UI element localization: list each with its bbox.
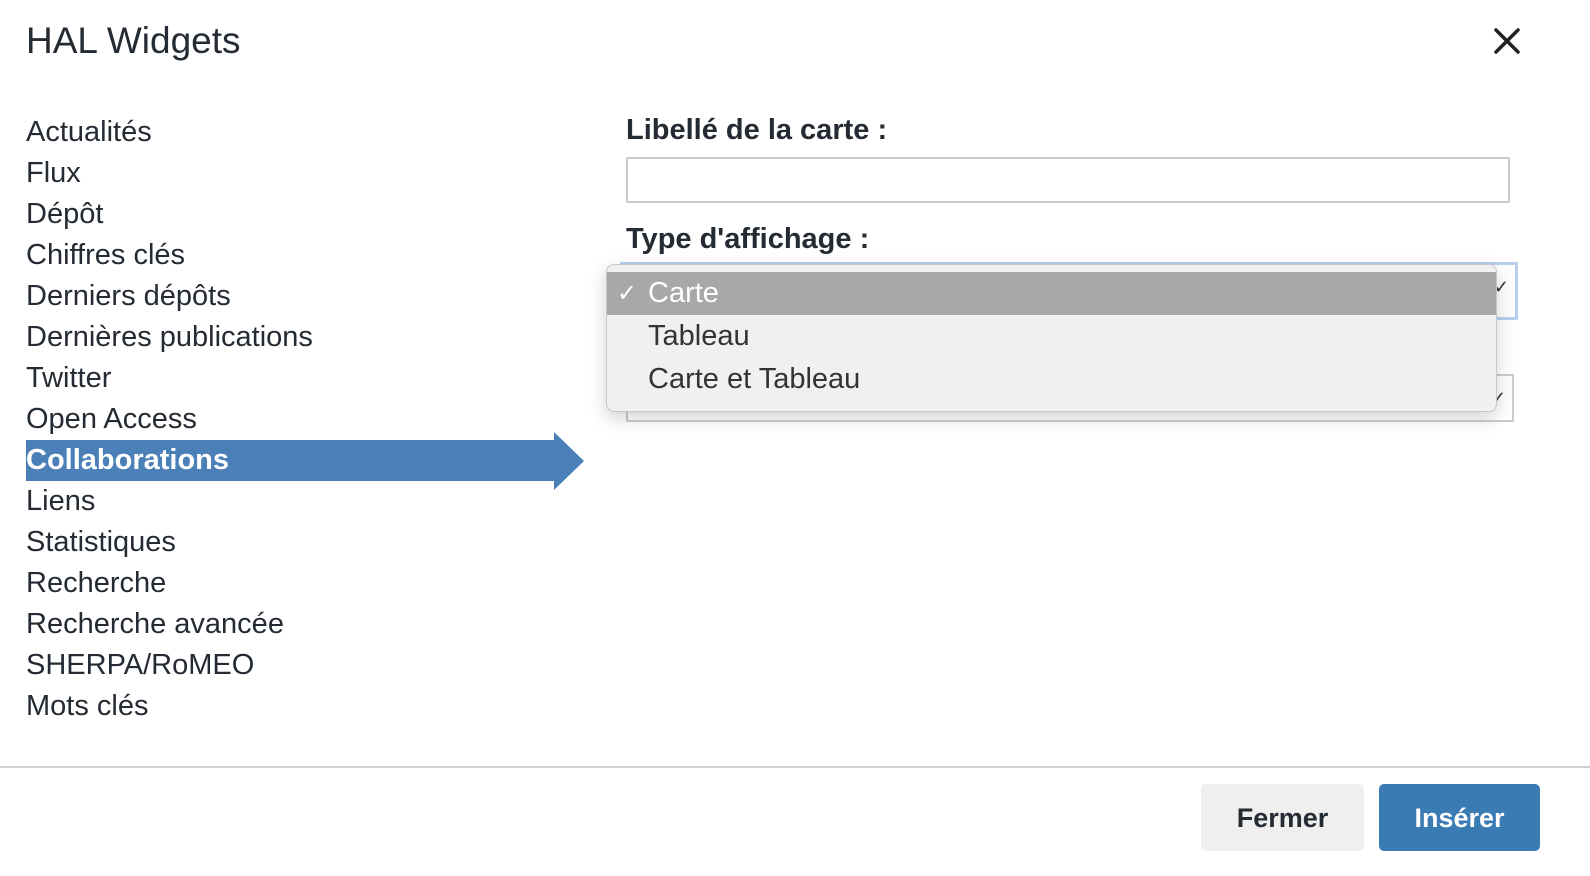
check-icon: ✓ [617, 280, 638, 307]
sidebar-item[interactable]: Collaborations [26, 432, 584, 490]
sidebar-item-label: Dépôt [26, 198, 104, 230]
selection-arrow-icon [554, 432, 584, 490]
close-icon[interactable] [1490, 24, 1524, 58]
sidebar-item[interactable]: Liens [26, 481, 313, 522]
sidebar-item-label: Collaborations [26, 444, 230, 476]
sidebar-item[interactable]: Dernières publications [26, 317, 313, 358]
sidebar-item-label: Dernières publications [26, 321, 313, 353]
sidebar-item[interactable]: SHERPA/RoMEO [26, 645, 313, 686]
option-carte-et-tableau[interactable]: Carte et Tableau [607, 358, 1496, 401]
sidebar-item-label: Statistiques [26, 526, 176, 558]
display-type-heading: Type d'affichage : [626, 223, 870, 255]
sidebar-item-label: Liens [26, 485, 96, 517]
close-button[interactable]: Fermer [1201, 784, 1364, 851]
sidebar-item[interactable]: Derniers dépôts [26, 276, 313, 317]
sidebar-item[interactable]: Chiffres clés [26, 235, 313, 276]
footer-divider [0, 766, 1590, 768]
option-carte[interactable]: ✓ Carte [607, 272, 1496, 315]
sidebar-item[interactable]: Mots clés [26, 686, 313, 727]
display-type-dropdown: ✓ Carte Tableau Carte et Tableau [606, 264, 1497, 412]
sidebar-item[interactable]: Recherche [26, 563, 313, 604]
sidebar-item-label: Open Access [26, 403, 197, 435]
card-label-input[interactable] [626, 157, 1510, 203]
sidebar-item[interactable]: Statistiques [26, 522, 313, 563]
card-label-heading: Libellé de la carte : [626, 114, 888, 146]
dialog-title: HAL Widgets [26, 20, 241, 61]
sidebar-item-label: Chiffres clés [26, 239, 186, 271]
sidebar-item[interactable]: Flux [26, 153, 313, 194]
sidebar-item[interactable]: Open Access [26, 399, 313, 440]
sidebar-item-label: Flux [26, 157, 81, 189]
sidebar-item[interactable]: Twitter [26, 358, 313, 399]
sidebar-item-label: Twitter [26, 362, 112, 394]
sidebar-item[interactable]: Actualités [26, 112, 313, 153]
sidebar-item-label: Derniers dépôts [26, 280, 231, 312]
sidebar-item-label: Actualités [26, 116, 152, 148]
insert-button[interactable]: Insérer [1379, 784, 1540, 851]
sidebar-item[interactable]: Recherche avancée [26, 604, 313, 645]
sidebar-item-label: SHERPA/RoMEO [26, 649, 255, 681]
sidebar-item-label: Recherche [26, 567, 167, 599]
sidebar-item[interactable]: Dépôt [26, 194, 313, 235]
option-tableau[interactable]: Tableau [607, 315, 1496, 358]
sidebar-item-label: Recherche avancée [26, 608, 284, 640]
widget-list: Actualités Flux Dépôt Chiffres clés Derniers… [26, 112, 584, 727]
sidebar-item-label: Mots clés [26, 690, 149, 722]
